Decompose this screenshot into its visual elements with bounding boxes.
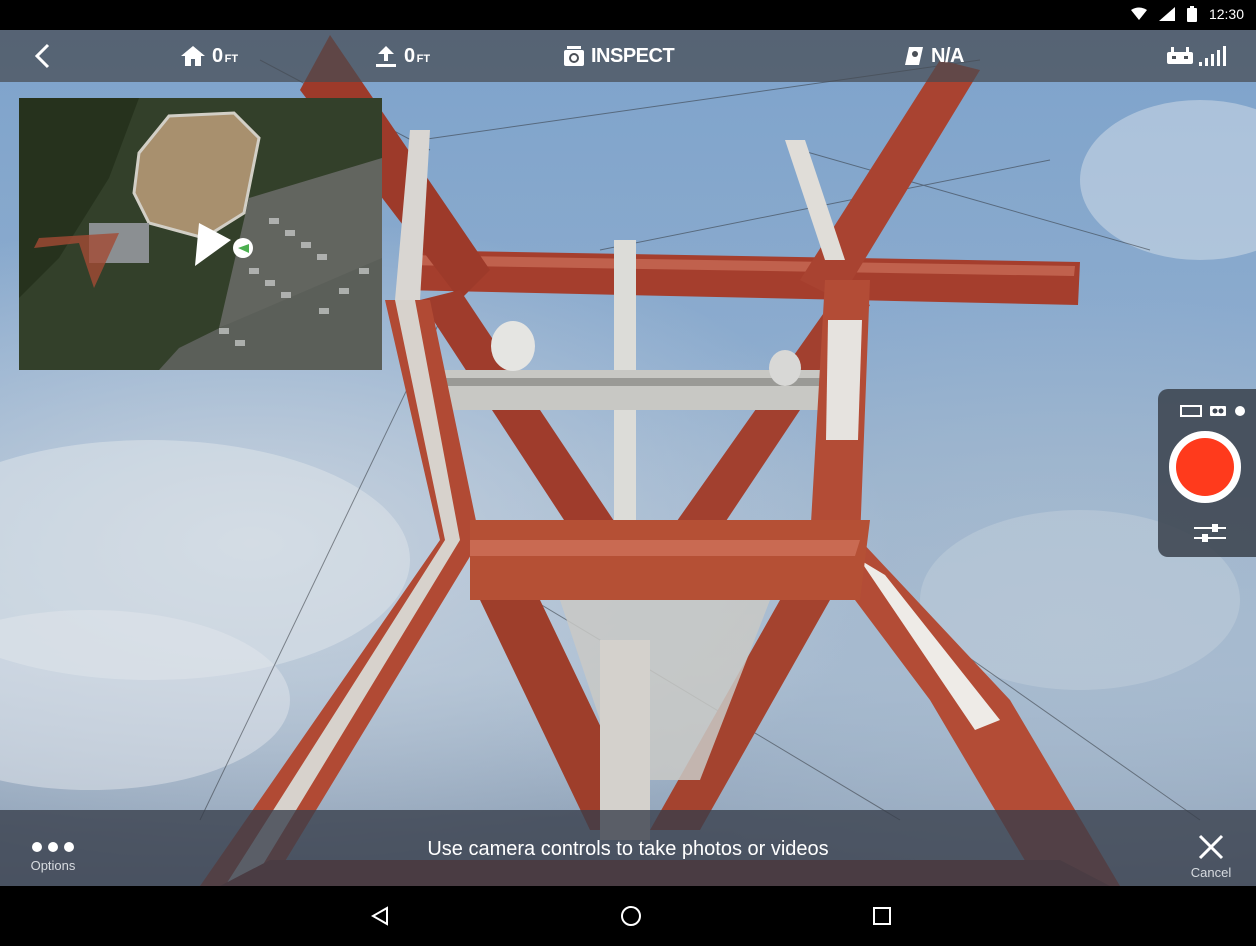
cancel-button[interactable]: Cancel — [1180, 834, 1242, 880]
altitude: 0 FT — [374, 30, 430, 82]
camera-control-panel — [1158, 389, 1256, 557]
sliders-icon[interactable] — [1194, 523, 1226, 543]
camera-hint: Use camera controls to take photos or vi… — [427, 838, 829, 860]
status-time: 12:30 — [1208, 6, 1244, 22]
chevron-left-icon — [34, 43, 50, 69]
battery-icon — [1186, 6, 1197, 22]
nav-recents-button[interactable] — [866, 900, 898, 932]
nav-home-icon — [621, 906, 641, 926]
flight-mode-label: INSPECT — [591, 44, 675, 67]
satellite-map — [19, 98, 382, 370]
dot-indicator-icon — [1235, 406, 1245, 416]
camera-icon — [564, 46, 584, 66]
back-button[interactable] — [32, 30, 54, 82]
home-icon — [181, 46, 205, 66]
home-distance: 0 FT — [180, 30, 238, 82]
record-icon — [1176, 438, 1234, 496]
bottom-action-bar: Options Use camera controls to take phot… — [0, 810, 1256, 886]
nav-recents-icon — [873, 907, 891, 925]
flight-mode[interactable]: INSPECT — [563, 30, 675, 82]
wifi-icon — [1130, 7, 1147, 20]
record-button[interactable] — [1169, 431, 1241, 503]
photo-mode-icon[interactable] — [1210, 405, 1226, 417]
video-mode-icon[interactable] — [1180, 405, 1202, 417]
gps-status: N/A — [903, 30, 964, 82]
gps-label: N/A — [931, 44, 964, 67]
cancel-label: Cancel — [1190, 865, 1232, 880]
altitude-value: 0 — [404, 44, 415, 67]
upload-arrow-icon — [376, 46, 396, 67]
navigation-bar — [0, 886, 1256, 946]
close-icon — [1198, 834, 1224, 860]
map-marker-icon — [905, 47, 923, 65]
drone-app-screen: 12:30 0 FT 0 FT INSPECT N/A Options Use … — [0, 0, 1256, 946]
nav-back-button[interactable] — [364, 900, 396, 932]
minimap[interactable] — [19, 98, 382, 370]
telemetry-bar: 0 FT 0 FT INSPECT N/A — [0, 30, 1256, 82]
altitude-unit: FT — [416, 52, 431, 65]
remote-controller-icon — [1167, 47, 1193, 64]
status-bar: 12:30 — [0, 0, 1256, 30]
nav-home-button[interactable] — [615, 900, 647, 932]
nav-back-icon — [370, 906, 388, 926]
home-distance-value: 0 — [212, 44, 223, 67]
cell-signal-icon — [1158, 7, 1175, 21]
signal-bars-icon — [1199, 46, 1226, 66]
home-distance-unit: FT — [224, 52, 239, 65]
signal-strength — [1167, 30, 1229, 82]
